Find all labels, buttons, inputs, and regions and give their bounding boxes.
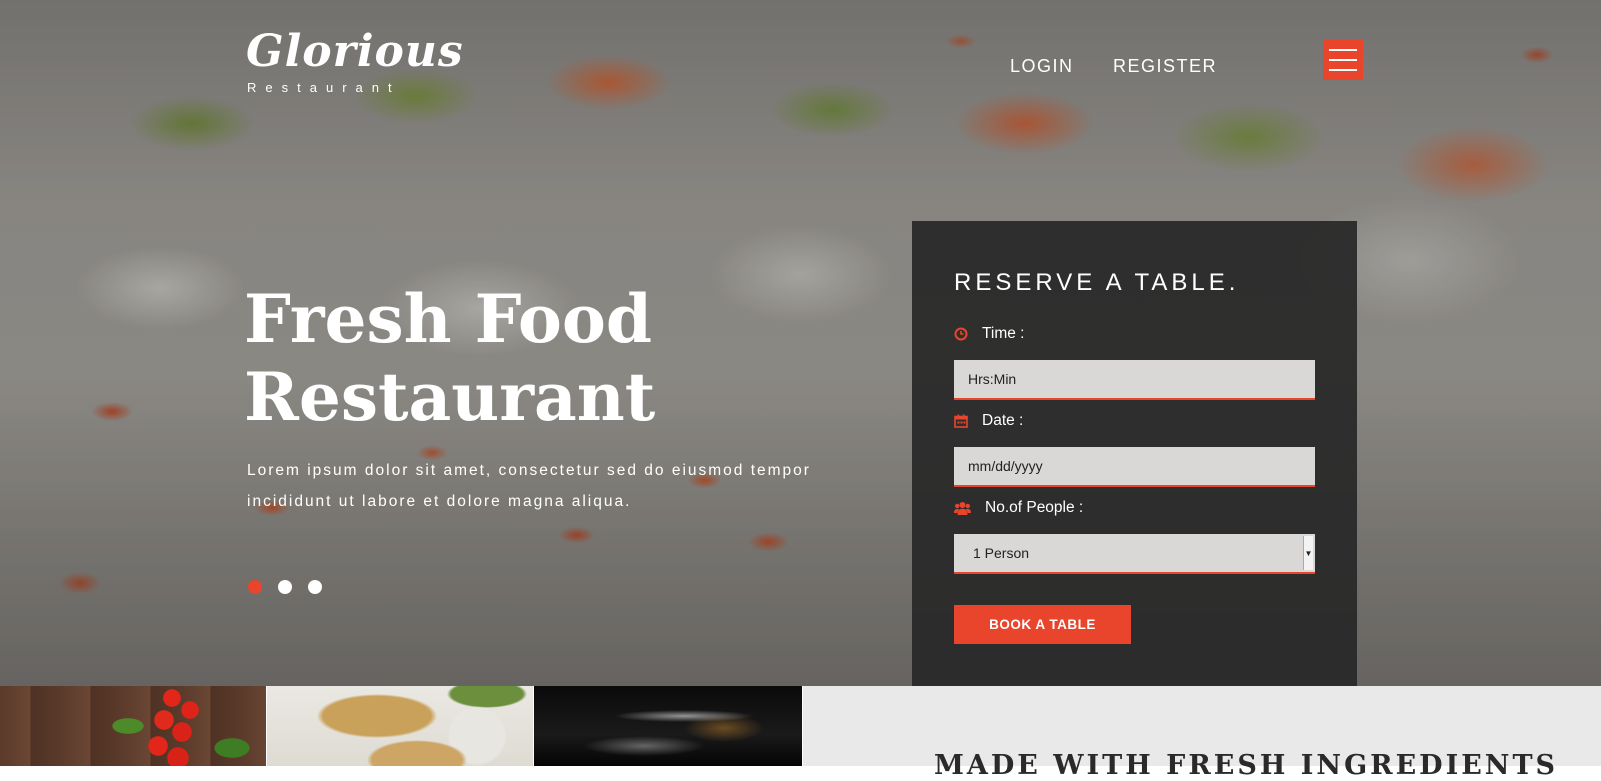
login-link[interactable]: LOGIN <box>1010 56 1074 77</box>
hamburger-menu-icon[interactable] <box>1323 40 1363 80</box>
calendar-icon <box>954 414 968 428</box>
date-label: Date : <box>954 412 1023 430</box>
fresh-ingredients-box: MADE WITH FRESH INGREDIENTS <box>803 686 1601 781</box>
feature-strip: MADE WITH FRESH INGREDIENTS <box>0 686 1601 781</box>
people-label: No.of People : <box>954 499 1083 517</box>
menu-bar <box>1329 49 1357 51</box>
hero-title-line1: Fresh Food <box>244 280 653 358</box>
chevron-down-icon[interactable]: ▼ <box>1303 536 1313 570</box>
register-link[interactable]: REGISTER <box>1113 56 1217 77</box>
slider-dot-3[interactable] <box>308 580 322 594</box>
hero-title-line2: Restaurant <box>244 358 656 436</box>
people-label-text: No.of People : <box>985 499 1084 516</box>
clock-icon <box>954 327 968 341</box>
people-select[interactable]: 1 Person ▼ <box>954 534 1315 574</box>
slider-dots <box>248 580 322 594</box>
peanuts-image <box>267 686 533 766</box>
water-splash-image <box>534 686 802 766</box>
brand-tagline: Restaurant <box>247 80 401 95</box>
date-label-text: Date : <box>982 412 1024 429</box>
menu-bar <box>1329 69 1357 71</box>
slider-dot-2[interactable] <box>278 580 292 594</box>
book-table-button[interactable]: BOOK A TABLE <box>954 605 1131 644</box>
users-icon <box>954 502 971 515</box>
date-input[interactable] <box>954 447 1315 487</box>
tomatoes-image <box>0 686 266 766</box>
hero-title: Fresh Food Restaurant <box>244 280 655 436</box>
reservation-title: RESERVE A TABLE. <box>954 269 1240 296</box>
people-select-value: 1 Person <box>973 545 1030 561</box>
hero-banner: Glorious Restaurant LOGIN REGISTER Fresh… <box>0 0 1601 686</box>
brand-logo[interactable]: Glorious <box>246 26 464 78</box>
time-input[interactable] <box>954 360 1315 400</box>
time-label-text: Time : <box>982 325 1025 342</box>
menu-bar <box>1329 59 1357 61</box>
slider-dot-1[interactable] <box>248 580 262 594</box>
reservation-panel: RESERVE A TABLE. Time : Hrs:Min Date: m… <box>912 221 1357 686</box>
time-label: Time : <box>954 325 1024 343</box>
hero-description: Lorem ipsum dolor sit amet, consectetur … <box>247 462 811 510</box>
